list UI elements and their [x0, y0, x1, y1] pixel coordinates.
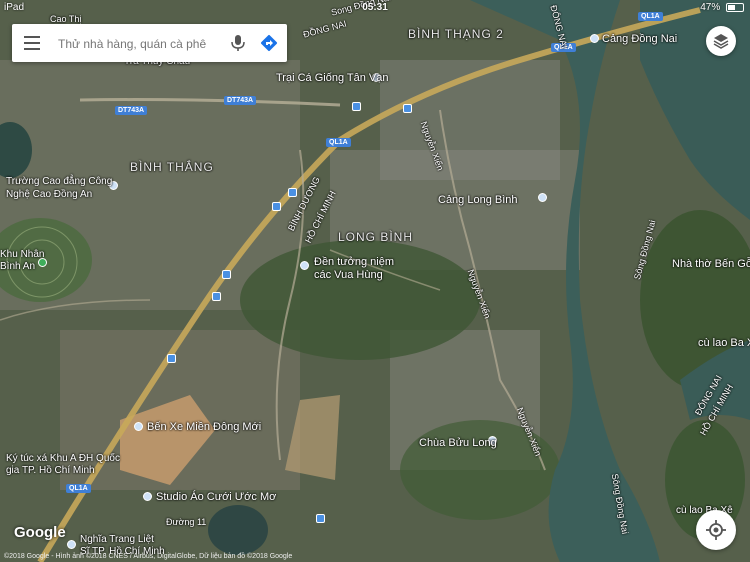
crosshair-icon [706, 520, 726, 540]
place-label[interactable]: Chùa Bửu Long [419, 437, 497, 449]
road-shield: QL1A [326, 138, 351, 147]
place-label[interactable]: Bến Xe Miền Đông Mới [147, 421, 261, 433]
battery-icon [726, 2, 744, 12]
place-label[interactable]: Trường Cao đẳng Công [6, 176, 112, 187]
place-label[interactable]: Đền tưởng niệm [314, 256, 394, 268]
place-label[interactable]: Cảng Đồng Nai [602, 33, 677, 45]
search-box[interactable] [12, 24, 287, 62]
road-shield: DT743A [224, 96, 257, 105]
district-label: BÌNH THẮNG [130, 160, 214, 174]
layers-button[interactable] [706, 26, 736, 56]
place-label[interactable]: Khu Nhân [0, 249, 44, 260]
battery-percent: 47% [700, 2, 721, 13]
google-logo: Google [14, 524, 66, 541]
poi-marker[interactable] [538, 193, 547, 202]
place-label[interactable]: Đường 11 [166, 517, 206, 527]
place-label[interactable]: gia TP. Hồ Chí Minh [6, 465, 95, 476]
place-label[interactable]: cù lao Ba Xê [698, 337, 750, 349]
district-label: LONG BÌNH [338, 230, 414, 244]
poi-marker[interactable] [67, 540, 76, 549]
bus-stop-icon[interactable] [272, 202, 281, 211]
place-label[interactable]: Bình An [0, 261, 35, 272]
search-input[interactable] [56, 32, 225, 56]
road-shield: QL1A [66, 484, 91, 493]
poi-marker[interactable] [590, 34, 599, 43]
place-label[interactable]: Trại Cá Giống Tân Vạn [276, 72, 389, 84]
poi-marker[interactable] [300, 261, 309, 270]
bus-stop-icon[interactable] [316, 514, 325, 523]
place-label[interactable]: Ký túc xá Khu A ĐH Quốc [6, 453, 120, 464]
layers-icon [713, 34, 729, 49]
district-label: BÌNH THẠNG 2 [408, 27, 504, 41]
road-shield: DT743A [115, 106, 148, 115]
map-attribution[interactable]: ©2018 Google - Hình ảnh ©2018 CNES / Air… [4, 553, 292, 560]
place-label[interactable]: các Vua Hùng [314, 269, 383, 281]
status-bar: iPad 05:31 47% [0, 0, 750, 16]
menu-icon[interactable] [24, 36, 40, 50]
place-label[interactable]: Nghệ Cao Đồng An [6, 189, 92, 200]
bus-stop-icon[interactable] [212, 292, 221, 301]
bus-stop-icon[interactable] [222, 270, 231, 279]
poi-marker[interactable] [134, 422, 143, 431]
bus-stop-icon[interactable] [352, 102, 361, 111]
battery-status: 47% [700, 2, 744, 13]
satellite-map[interactable] [0, 0, 750, 562]
microphone-icon[interactable] [230, 34, 246, 52]
directions-icon[interactable] [260, 34, 278, 52]
bus-stop-icon[interactable] [288, 188, 297, 197]
clock: 05:31 [362, 2, 388, 13]
place-label[interactable]: Nghĩa Trang Liệt [80, 534, 154, 545]
bus-stop-icon[interactable] [403, 104, 412, 113]
place-label[interactable]: Cảng Long Bình [438, 194, 518, 206]
place-label[interactable]: Studio Áo Cưới Ước Mơ [156, 491, 276, 503]
place-label[interactable]: Nhà thờ Bến Gỗ [672, 258, 750, 270]
poi-marker[interactable] [143, 492, 152, 501]
bus-stop-icon[interactable] [167, 354, 176, 363]
my-location-button[interactable] [696, 510, 736, 550]
